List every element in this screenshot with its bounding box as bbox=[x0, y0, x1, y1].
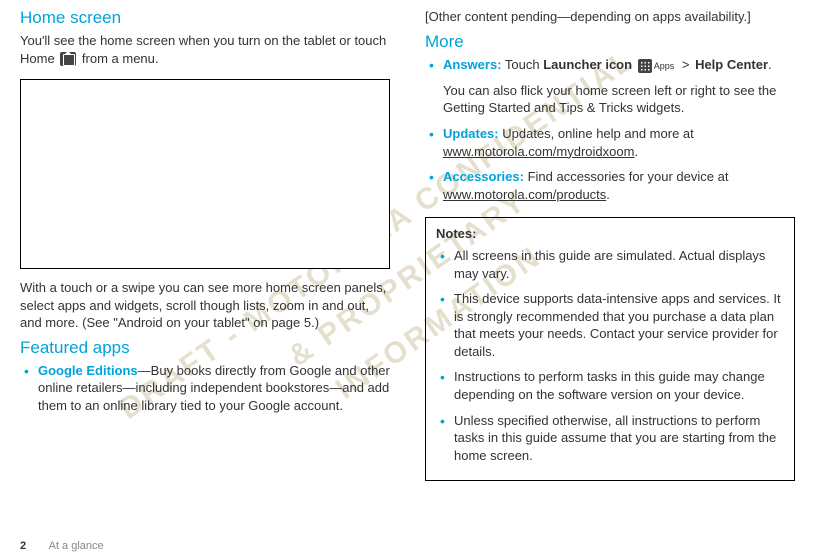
accessories-item: Accessories: Find accessories for your d… bbox=[425, 168, 795, 203]
home-screen-intro: You'll see the home screen when you turn… bbox=[20, 32, 390, 67]
left-column: Home screen You'll see the home screen w… bbox=[20, 8, 390, 550]
page-footer: 2 At a glance bbox=[20, 540, 104, 552]
home-intro-text-b: from a menu. bbox=[78, 51, 158, 66]
page-number: 2 bbox=[20, 540, 26, 552]
pending-content: [Other content pending—depending on apps… bbox=[425, 8, 795, 26]
notes-box: Notes: All screens in this guide are sim… bbox=[425, 217, 795, 481]
featured-app-item: Google Editions—Buy books directly from … bbox=[20, 362, 390, 415]
answers-item: Answers: Touch Launcher icon Apps > Help… bbox=[425, 56, 795, 117]
updates-item: Updates: Updates, online help and more a… bbox=[425, 125, 795, 160]
launcher-icon: Apps bbox=[638, 56, 675, 74]
more-heading: More bbox=[425, 32, 795, 52]
apps-grid-icon bbox=[638, 59, 652, 73]
answers-flick-text: You can also flick your home screen left… bbox=[443, 82, 795, 117]
notes-item: Instructions to perform tasks in this gu… bbox=[436, 368, 784, 403]
updates-url: www.motorola.com/mydroidxoom bbox=[443, 144, 634, 159]
updates-text: Updates, online help and more at bbox=[499, 126, 694, 141]
accessories-label: Accessories: bbox=[443, 169, 524, 184]
home-screen-heading: Home screen bbox=[20, 8, 390, 28]
accessories-dot: . bbox=[606, 187, 610, 202]
section-name: At a glance bbox=[49, 540, 104, 552]
screenshot-placeholder bbox=[20, 79, 390, 269]
notes-item: All screens in this guide are simulated.… bbox=[436, 247, 784, 282]
more-list: Answers: Touch Launcher icon Apps > Help… bbox=[425, 56, 795, 212]
notes-item: This device supports data-intensive apps… bbox=[436, 290, 784, 360]
notes-item-text: All screens in this guide are simulated.… bbox=[454, 248, 765, 281]
notes-item-text: This device supports data-intensive apps… bbox=[454, 291, 781, 359]
notes-item: Unless specified otherwise, all instruct… bbox=[436, 412, 784, 465]
help-center-label: Help Center bbox=[695, 57, 768, 72]
notes-item-text: Instructions to perform tasks in this gu… bbox=[454, 369, 765, 402]
home-icon bbox=[60, 52, 76, 66]
right-column: [Other content pending—depending on apps… bbox=[425, 8, 795, 550]
featured-apps-heading: Featured apps bbox=[20, 338, 390, 358]
featured-apps-list: Google Editions—Buy books directly from … bbox=[20, 362, 390, 423]
notes-title: Notes: bbox=[436, 226, 784, 241]
updates-dot: . bbox=[634, 144, 638, 159]
google-editions-label: Google Editions bbox=[38, 363, 138, 378]
answers-text-a: Touch bbox=[502, 57, 544, 72]
accessories-url: www.motorola.com/products bbox=[443, 187, 606, 202]
home-screen-description: With a touch or a swipe you can see more… bbox=[20, 279, 390, 332]
page-columns: Home screen You'll see the home screen w… bbox=[20, 8, 795, 550]
launcher-icon-label: Launcher icon bbox=[543, 57, 632, 72]
apps-label: Apps bbox=[654, 61, 675, 71]
updates-label: Updates: bbox=[443, 126, 499, 141]
answers-label: Answers: bbox=[443, 57, 502, 72]
notes-item-text: Unless specified otherwise, all instruct… bbox=[454, 413, 776, 463]
notes-list: All screens in this guide are simulated.… bbox=[436, 247, 784, 464]
answers-dot: . bbox=[768, 57, 772, 72]
gt-separator: > bbox=[682, 57, 690, 72]
accessories-text: Find accessories for your device at bbox=[524, 169, 728, 184]
